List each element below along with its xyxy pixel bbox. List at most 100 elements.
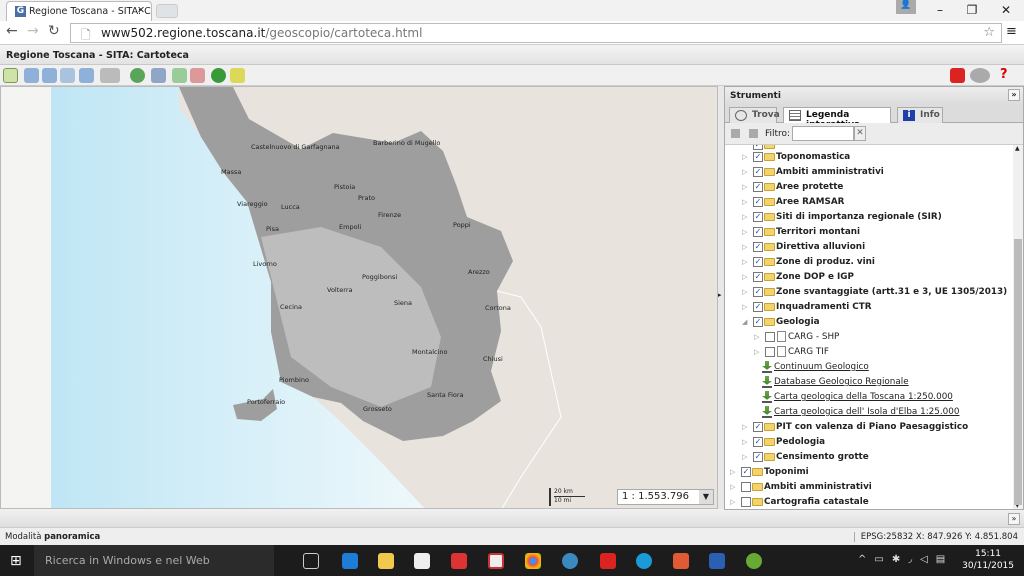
pan-icon[interactable] xyxy=(3,68,18,83)
menu-icon[interactable]: ≡ xyxy=(1006,24,1017,39)
tree-row[interactable]: Database Geologico Regionale xyxy=(725,375,1013,390)
gear-icon[interactable] xyxy=(970,68,990,83)
layer-checkbox[interactable]: ✓ xyxy=(753,317,763,327)
tree-row[interactable]: ◢ ✓ Geologia xyxy=(725,315,1013,330)
tree-row[interactable]: ▷ ✓ Zone svantaggiate (artt.31 e 3, UE 130… xyxy=(725,285,1013,300)
layer-checkbox[interactable]: ✓ xyxy=(753,302,763,312)
tree-row[interactable]: Continuum Geologico xyxy=(725,360,1013,375)
tree-row[interactable]: ▷ Ambiti amministrativi xyxy=(725,480,1013,495)
layer-checkbox[interactable]: ✓ xyxy=(753,272,763,282)
layer-checkbox[interactable]: ✓ xyxy=(741,467,751,477)
layer-checkbox[interactable]: ✓ xyxy=(753,437,763,447)
download-link[interactable]: Carta geologica della Toscana 1:250.000 xyxy=(774,392,953,402)
task-view-icon[interactable] xyxy=(303,553,319,569)
tree-row[interactable]: ▷ ✓ Toponimi xyxy=(725,465,1013,480)
map-canvas[interactable]: Castelnuovo di Garfagnana Massa Barberin… xyxy=(0,86,718,509)
zoom-out-icon[interactable] xyxy=(42,68,57,83)
layer-checkbox[interactable]: ✓ xyxy=(753,257,763,267)
print-icon[interactable] xyxy=(151,68,166,83)
zoom-box-icon[interactable] xyxy=(60,68,75,83)
taskbar-clock[interactable]: 15:11 30/11/2015 xyxy=(962,548,1014,572)
tree-row[interactable]: ▷ ✓ Direttiva alluvioni xyxy=(725,240,1013,255)
download-link[interactable]: Continuum Geologico xyxy=(774,362,869,372)
link-icon[interactable] xyxy=(950,68,965,83)
layer-checkbox[interactable]: ✓ xyxy=(753,227,763,237)
taskbar-search[interactable]: Ricerca in Windows e nel Web xyxy=(34,545,274,576)
expand-bottom-panel-button[interactable]: » xyxy=(1008,513,1020,525)
qgis-icon[interactable] xyxy=(746,553,762,569)
expand-arrow-icon[interactable]: ▷ xyxy=(742,228,747,236)
pdf-icon[interactable] xyxy=(488,553,504,569)
help-icon[interactable]: ? xyxy=(1000,67,1015,82)
tab-trova[interactable]: Trova xyxy=(729,107,780,123)
expand-arrow-icon[interactable]: ▷ xyxy=(742,453,747,461)
expand-arrow-icon[interactable]: ▷ xyxy=(742,213,747,221)
expand-arrow-icon[interactable]: ▷ xyxy=(742,258,747,266)
bookmark-star-icon[interactable]: ☆ xyxy=(983,25,995,40)
tree-row[interactable]: ▷ ✓ PIT con valenza di Piano Paesaggistico xyxy=(725,420,1013,435)
tree-row[interactable]: ▷ Cartografia catastale xyxy=(725,495,1013,509)
expand-arrow-icon[interactable]: ▷ xyxy=(742,183,747,191)
profile-icon[interactable]: 👤 xyxy=(896,0,916,14)
word-icon[interactable] xyxy=(709,553,725,569)
system-tray-icons[interactable]: ^▭✱◞◁▤ xyxy=(858,554,953,565)
scroll-up-icon[interactable]: ▲ xyxy=(1015,145,1020,152)
layer-checkbox[interactable]: ✓ xyxy=(753,422,763,432)
expand-arrow-icon[interactable]: ▷ xyxy=(742,288,747,296)
layer-checkbox[interactable] xyxy=(741,497,751,507)
layer-checkbox[interactable]: ✓ xyxy=(753,452,763,462)
layer-checkbox[interactable]: ✓ xyxy=(753,242,763,252)
layer-checkbox[interactable]: ✓ xyxy=(753,287,763,297)
powerpoint-icon[interactable] xyxy=(673,553,689,569)
download-link[interactable]: Database Geologico Regionale xyxy=(774,377,909,387)
tree-row[interactable]: ▷ ✓ Pedologia xyxy=(725,435,1013,450)
new-tab-button[interactable] xyxy=(156,4,178,18)
layer-checkbox[interactable]: ✓ xyxy=(753,197,763,207)
measure-icon[interactable] xyxy=(100,68,120,83)
store-icon[interactable] xyxy=(414,553,430,569)
chevron-down-icon[interactable]: ▼ xyxy=(699,490,713,504)
close-tab-icon[interactable]: ✕ xyxy=(137,5,145,16)
search-app-icon[interactable] xyxy=(562,553,578,569)
expand-arrow-icon[interactable]: ▷ xyxy=(742,243,747,251)
layer-checkbox[interactable]: ✓ xyxy=(753,152,763,162)
select-add-icon[interactable] xyxy=(172,68,187,83)
tree-row[interactable]: ▷ ✓ Toponomastica xyxy=(725,150,1013,165)
collapse-panel-button[interactable]: » xyxy=(1008,89,1020,101)
expand-arrow-icon[interactable]: ▷ xyxy=(742,168,747,176)
sketchup-icon[interactable] xyxy=(600,553,616,569)
clear-filter-icon[interactable]: ✕ xyxy=(854,126,866,141)
reload-icon[interactable]: ↻ xyxy=(48,23,60,39)
edge-icon[interactable] xyxy=(342,553,358,569)
tree-row[interactable]: ▷ CARG - SHP xyxy=(725,330,1013,345)
collapse-arrow-icon[interactable]: ▸ xyxy=(718,291,722,299)
expand-arrow-icon[interactable]: ▷ xyxy=(742,273,747,281)
windows-start-icon[interactable]: ⊞ xyxy=(10,553,22,569)
history-back-icon[interactable] xyxy=(130,68,145,83)
expand-arrow-icon[interactable]: ▷ xyxy=(742,153,747,161)
zoom-in-icon[interactable] xyxy=(24,68,39,83)
chrome-icon[interactable] xyxy=(525,553,541,569)
tree-row[interactable]: Carta geologica dell' Isola d'Elba 1:25.… xyxy=(725,405,1013,420)
expand-arrow-icon[interactable]: ▷ xyxy=(730,468,735,476)
tree-row[interactable]: ▷ ✓ Censimento grotte xyxy=(725,450,1013,465)
filter-input[interactable] xyxy=(792,126,854,141)
expand-all-icon[interactable] xyxy=(731,129,740,138)
ccleaner-icon[interactable] xyxy=(451,553,467,569)
tree-row[interactable]: ▷ CARG TIF xyxy=(725,345,1013,360)
expand-arrow-icon[interactable]: ▷ xyxy=(754,333,759,341)
tree-row[interactable]: ▷ ✓ Siti di importanza regionale (SIR) xyxy=(725,210,1013,225)
layer-checkbox[interactable] xyxy=(741,482,751,492)
globe-icon[interactable] xyxy=(211,68,226,83)
expand-arrow-icon[interactable]: ▷ xyxy=(742,438,747,446)
expand-arrow-icon[interactable]: ▷ xyxy=(742,303,747,311)
layer-checkbox[interactable] xyxy=(765,332,775,342)
restore-button[interactable]: ❐ xyxy=(956,0,988,20)
scrollbar-thumb[interactable] xyxy=(1014,239,1022,505)
collapse-all-icon[interactable] xyxy=(749,129,758,138)
browser-tab[interactable]: G Regione Toscana - SITA: C ✕ xyxy=(6,1,152,21)
tree-row[interactable]: ▷ ✓ Inquadramenti CTR xyxy=(725,300,1013,315)
tab-info[interactable]: i Info xyxy=(897,107,943,123)
expand-arrow-icon[interactable]: ▷ xyxy=(730,483,735,491)
forward-icon[interactable]: → xyxy=(27,23,39,39)
